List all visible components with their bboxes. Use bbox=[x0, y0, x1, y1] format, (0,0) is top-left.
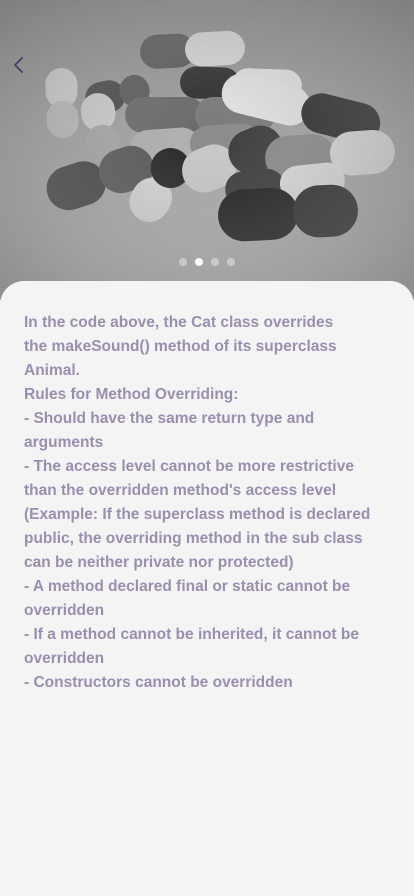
text-line: overridden bbox=[24, 602, 105, 619]
text-line: the makeSound() method of its superclass bbox=[24, 338, 337, 355]
back-button[interactable] bbox=[12, 56, 36, 80]
lesson-text: In the code above, the Cat class overrid… bbox=[24, 311, 390, 695]
carousel-dot[interactable] bbox=[227, 258, 235, 266]
chevron-left-icon bbox=[14, 57, 23, 73]
text-line: - Should have the same return type and bbox=[24, 410, 315, 427]
text-line: In the code above, the Cat class overrid… bbox=[24, 314, 334, 331]
text-line: than the overridden method's access leve… bbox=[24, 482, 337, 499]
text-line: Rules for Method Overriding: bbox=[24, 386, 239, 403]
text-line: Animal. bbox=[24, 362, 80, 379]
text-line: - If a method cannot be inherited, it ca… bbox=[24, 626, 359, 643]
carousel-indicator bbox=[0, 258, 414, 266]
text-line: can be neither private nor protected) bbox=[24, 554, 294, 571]
text-line: arguments bbox=[24, 434, 104, 451]
carousel-dot[interactable] bbox=[179, 258, 187, 266]
text-line: - Constructors cannot be overridden bbox=[24, 674, 293, 691]
screen: In the code above, the Cat class overrid… bbox=[0, 0, 414, 896]
text-line: - The access level cannot be more restri… bbox=[24, 458, 354, 475]
text-line: (Example: If the superclass method is de… bbox=[24, 506, 371, 523]
text-line: public, the overriding method in the sub… bbox=[24, 530, 363, 547]
content-sheet: In the code above, the Cat class overrid… bbox=[0, 281, 414, 896]
carousel-dot[interactable] bbox=[211, 258, 219, 266]
capsules-image bbox=[0, 0, 414, 300]
text-line: - A method declared final or static cann… bbox=[24, 578, 351, 595]
hero-image-carousel[interactable] bbox=[0, 0, 414, 300]
carousel-dot-active[interactable] bbox=[195, 258, 203, 266]
text-line: overridden bbox=[24, 650, 105, 667]
